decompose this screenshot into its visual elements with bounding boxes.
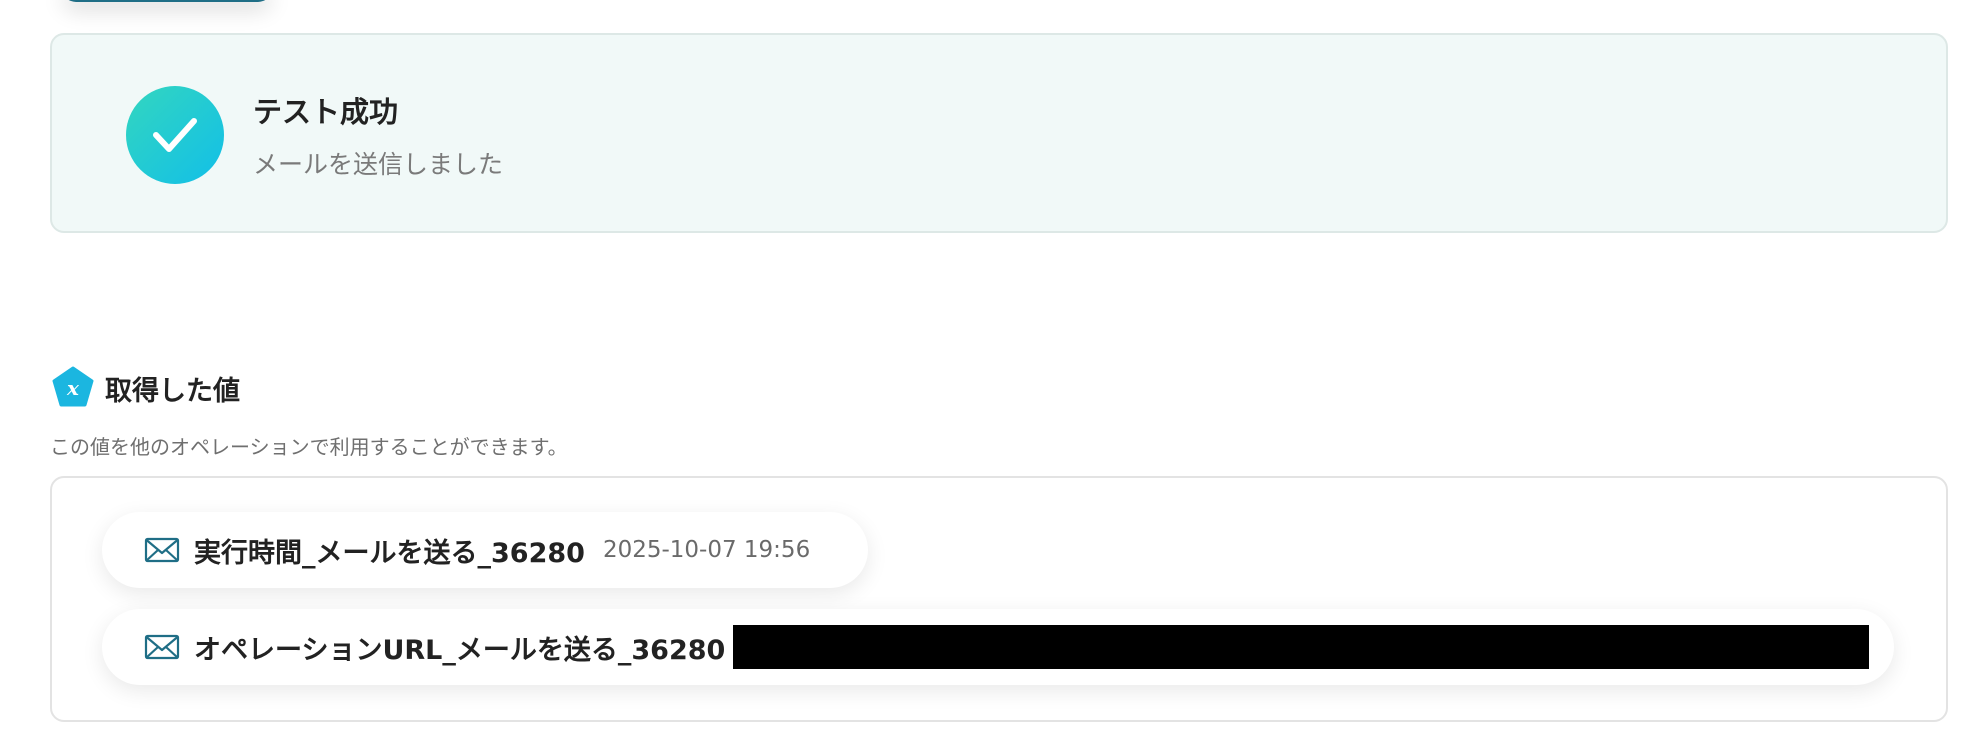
variable-x-icon: x xyxy=(52,366,94,408)
check-icon xyxy=(126,86,224,184)
success-title: テスト成功 xyxy=(253,95,399,129)
fetched-values-list: 実行時間_メールを送る_36280 2025-10-07 19:56 オペレーシ… xyxy=(50,476,1948,722)
top-button-edge xyxy=(62,0,272,2)
svg-text:x: x xyxy=(66,376,80,400)
success-subtitle: メールを送信しました xyxy=(253,150,504,179)
mail-icon xyxy=(144,537,180,563)
redacted-value xyxy=(733,625,1870,669)
value-item-execution-time[interactable]: 実行時間_メールを送る_36280 2025-10-07 19:56 xyxy=(102,512,868,588)
value-label: 実行時間_メールを送る_36280 xyxy=(194,537,585,569)
value-label: オペレーションURL_メールを送る_36280 xyxy=(194,634,726,666)
fetched-values-description: この値を他のオペレーションで利用することができます。 xyxy=(50,435,568,459)
test-success-banner: テスト成功 メールを送信しました xyxy=(50,33,1948,233)
mail-icon xyxy=(144,634,180,660)
value-text: 2025-10-07 19:56 xyxy=(602,537,811,563)
value-item-operation-url[interactable]: オペレーションURL_メールを送る_36280 xyxy=(102,609,1894,685)
fetched-values-title: 取得した値 xyxy=(105,376,240,407)
